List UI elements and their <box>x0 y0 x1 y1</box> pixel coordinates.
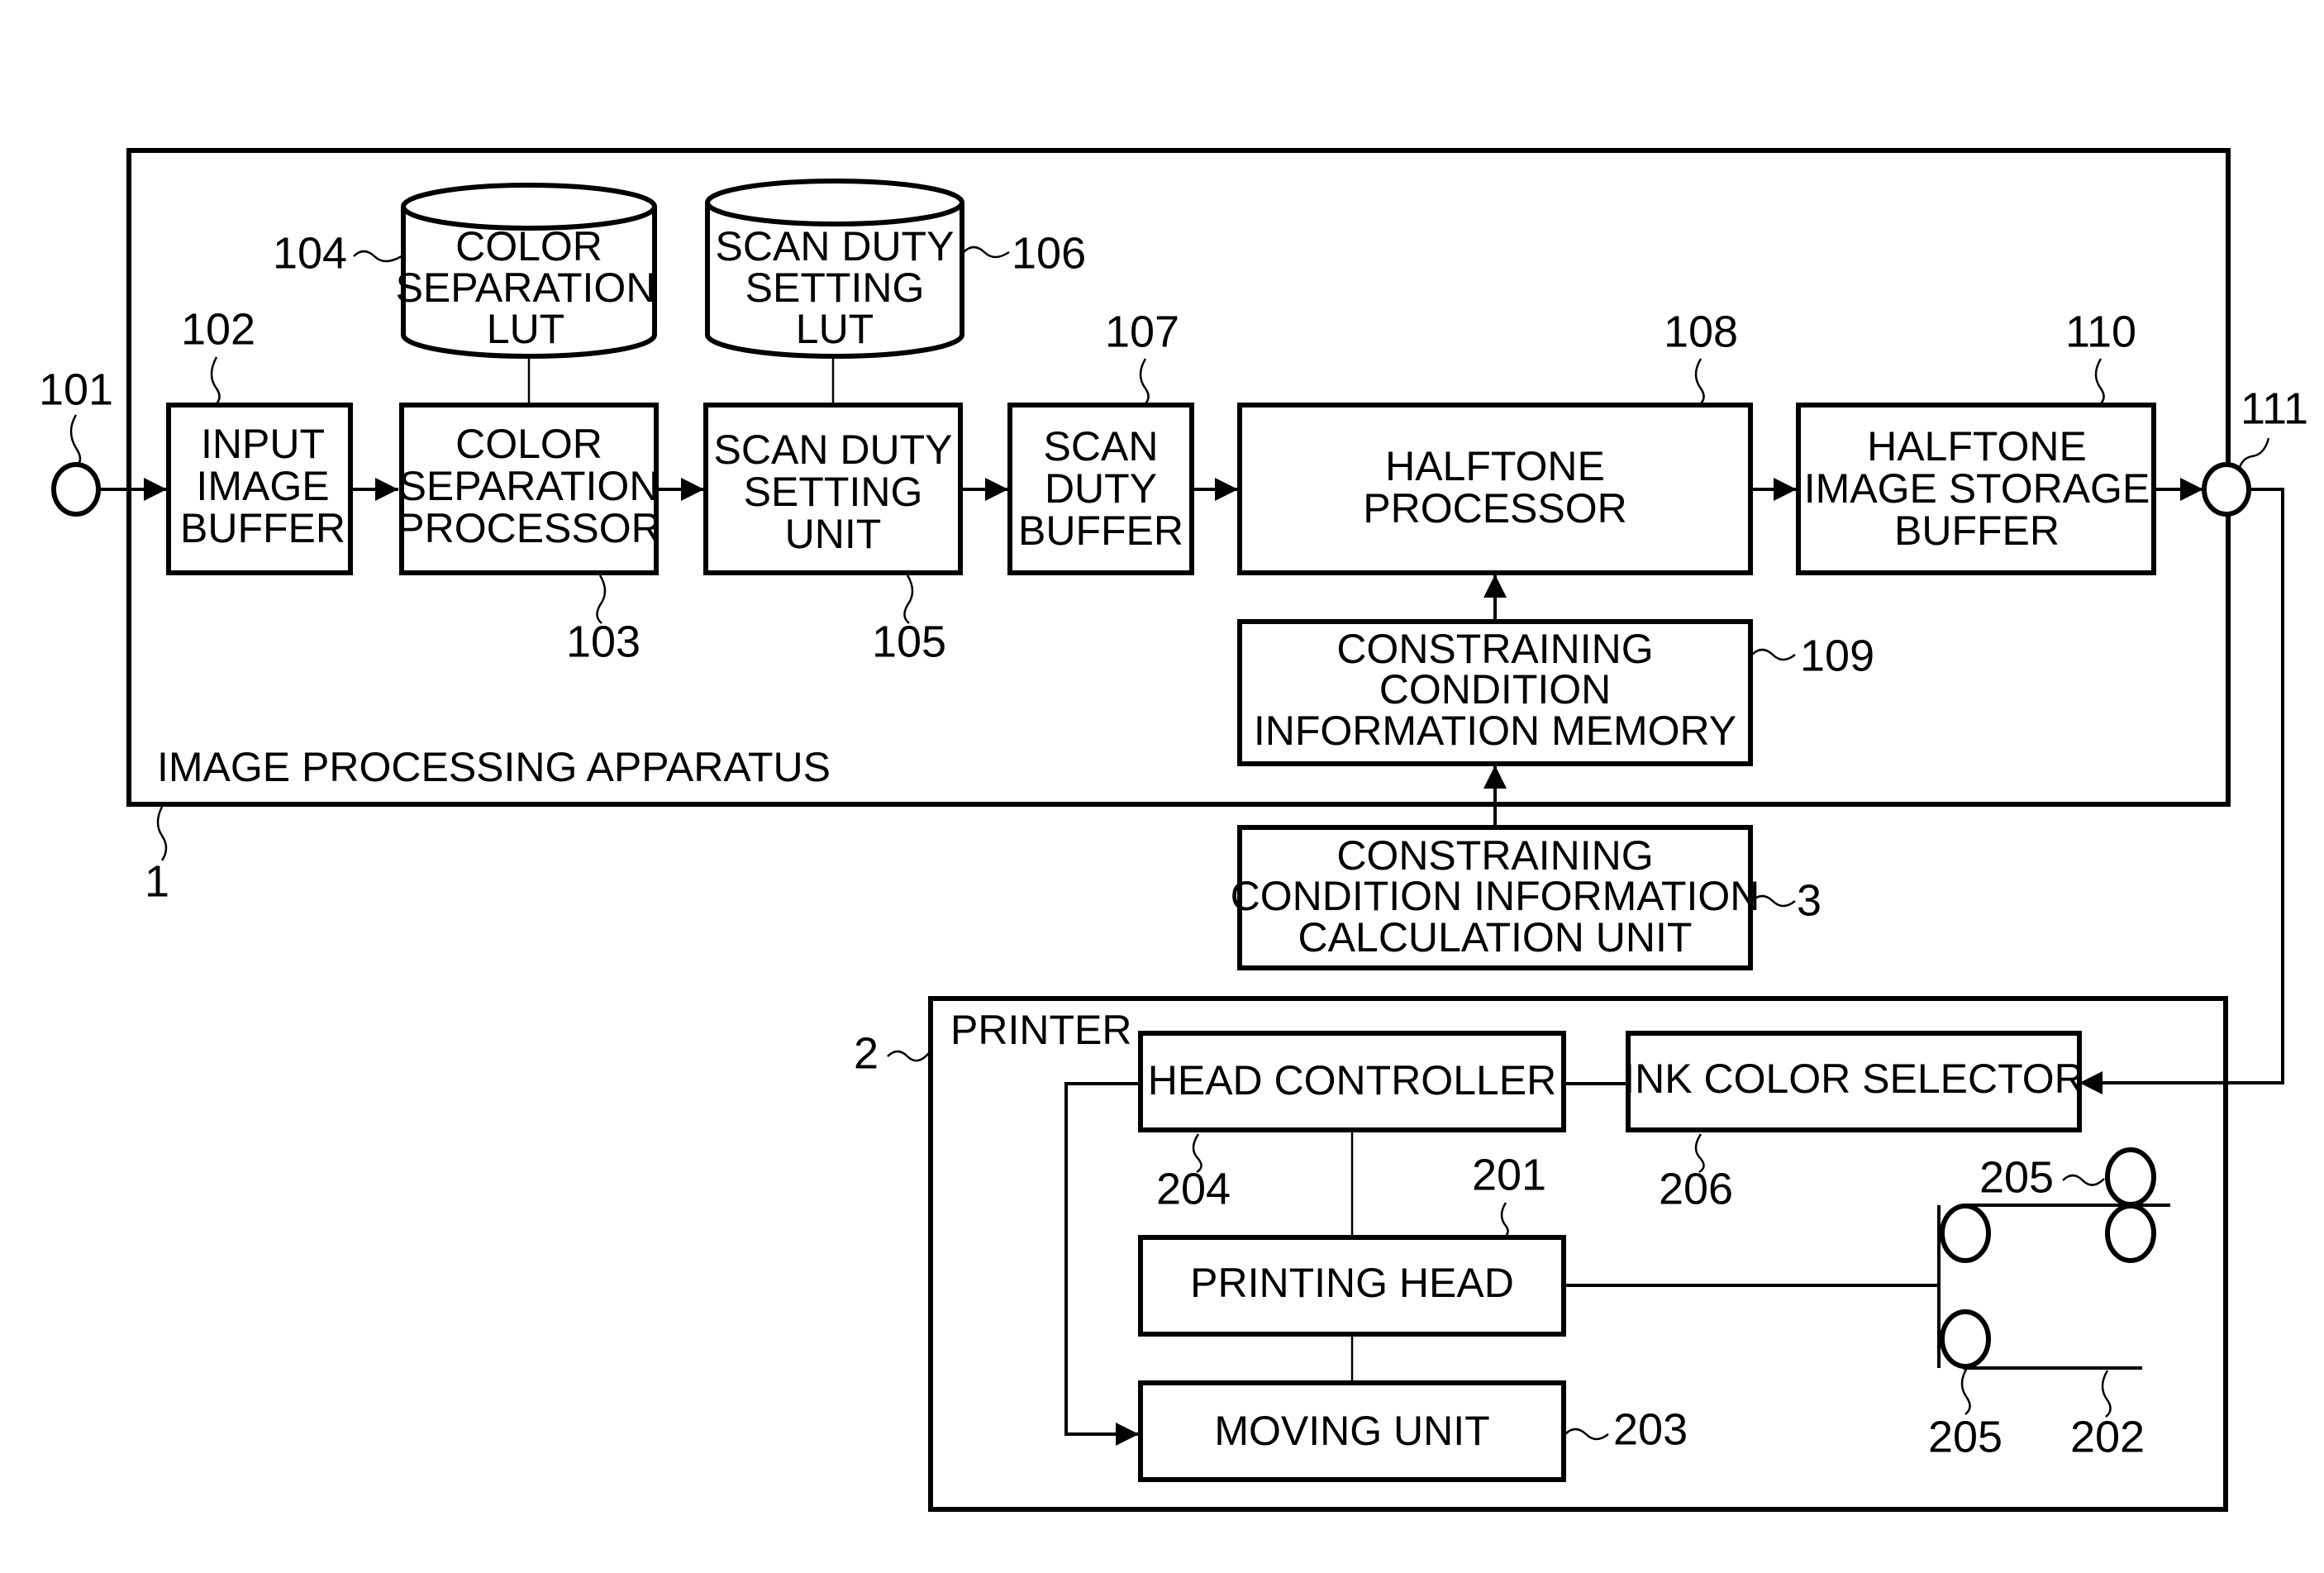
ref-203: 203 <box>1613 1404 1688 1454</box>
halftone-processor-line2: PROCESSOR <box>1363 485 1627 531</box>
block-diagram: IMAGE PROCESSING APPARATUS 1 101 INPUT I… <box>39 148 2308 1512</box>
ref-102: 102 <box>181 304 255 354</box>
color-separation-processor-line1: COLOR <box>455 421 602 467</box>
ref-2: 2 <box>854 1028 879 1078</box>
ref-205-top: 205 <box>1979 1152 2054 1202</box>
constraining-memory-line3: INFORMATION MEMORY <box>1254 708 1736 754</box>
head-controller-label: HEAD CONTROLLER <box>1148 1057 1557 1103</box>
ref-108: 108 <box>1664 307 1738 356</box>
scan-duty-setting-lut-line1: SCAN DUTY <box>716 223 955 269</box>
ref-105: 105 <box>872 617 946 666</box>
leader-107 <box>1139 358 1150 406</box>
roller-left-top <box>1940 1204 1991 1263</box>
halftone-image-storage-buffer-line3: BUFFER <box>1894 508 2060 554</box>
leader-202 <box>2101 1370 2112 1418</box>
leader-110 <box>2094 358 2105 406</box>
ref-107: 107 <box>1105 307 1179 356</box>
arrow-204-203 <box>1064 1082 1141 1446</box>
ref-106: 106 <box>1012 228 1086 278</box>
roller-right-bottom <box>2105 1204 2156 1263</box>
leader-205-top <box>2062 1174 2105 1186</box>
constraining-memory-line1: CONSTRAINING <box>1336 626 1653 672</box>
ref-103: 103 <box>566 617 641 666</box>
halftone-processor-line1: HALFTONE <box>1385 443 1605 489</box>
halftone-image-storage-buffer-line1: HALFTONE <box>1867 423 2087 470</box>
ref-204: 204 <box>1156 1164 1231 1213</box>
constraining-memory-line2: CONDITION <box>1379 666 1612 713</box>
color-separation-processor-line2: SEPARATION <box>399 463 660 509</box>
ink-color-selector-label: INK COLOR SELECTOR <box>1623 1056 2084 1102</box>
calc-unit-line1: CONSTRAINING <box>1336 832 1653 879</box>
leader-104 <box>353 250 402 263</box>
leader-101 <box>69 414 82 468</box>
leader-108 <box>1694 358 1705 406</box>
leader-203 <box>1564 1428 1609 1441</box>
scan-duty-setting-lut-line3: LUT <box>796 306 874 352</box>
ref-202: 202 <box>2070 1412 2145 1461</box>
halftone-image-storage-buffer-line2: IMAGE STORAGE <box>1804 465 2150 512</box>
ref-201: 201 <box>1472 1150 1546 1199</box>
ref-109: 109 <box>1800 631 1874 680</box>
color-separation-processor-line3: PROCESSOR <box>397 505 661 551</box>
ref-101: 101 <box>39 365 113 414</box>
printer-label: PRINTER <box>950 1007 1131 1053</box>
roller-right-top <box>2105 1147 2156 1207</box>
input-image-buffer-line1: INPUT <box>201 421 325 467</box>
ref-104: 104 <box>273 228 347 278</box>
leader-201 <box>1500 1202 1509 1238</box>
scan-duty-setting-unit-line3: UNIT <box>785 511 882 557</box>
printing-head-label: PRINTING HEAD <box>1190 1260 1514 1306</box>
roller-left-bottom <box>1940 1309 1991 1369</box>
calc-unit-line3: CALCULATION UNIT <box>1298 914 1693 960</box>
leader-1 <box>156 806 168 861</box>
scan-duty-buffer-line1: SCAN <box>1044 423 1159 470</box>
scan-duty-buffer-line2: DUTY <box>1045 465 1157 512</box>
scan-duty-buffer-line3: BUFFER <box>1018 508 1183 554</box>
output-terminal <box>2202 462 2251 517</box>
input-image-buffer-line2: IMAGE <box>196 463 329 509</box>
ref-3: 3 <box>1797 875 1822 925</box>
input-image-buffer-line3: BUFFER <box>180 505 345 551</box>
ref-110: 110 <box>2065 307 2136 356</box>
leader-106 <box>963 245 1010 259</box>
leader-102 <box>210 356 221 406</box>
moving-unit-label: MOVING UNIT <box>1214 1408 1489 1454</box>
leader-2 <box>887 1050 930 1062</box>
leader-205-bottom <box>1960 1367 1971 1415</box>
leader-109 <box>1751 648 1796 661</box>
line-111-to-206 <box>2079 488 2284 1094</box>
scan-duty-setting-unit-line1: SCAN DUTY <box>714 427 953 473</box>
ref-206: 206 <box>1659 1164 1733 1213</box>
scan-duty-setting-lut-line2: SETTING <box>745 265 925 311</box>
ref-1: 1 <box>145 856 169 906</box>
calc-unit-line2: CONDITION INFORMATION <box>1231 873 1760 919</box>
color-separation-lut-line3: LUT <box>487 306 564 352</box>
apparatus-label: IMAGE PROCESSING APPARATUS <box>157 744 831 790</box>
ref-205-bottom: 205 <box>1928 1412 2003 1461</box>
ref-111: 111 <box>2241 384 2308 433</box>
leader-111 <box>2237 437 2270 470</box>
color-separation-lut-line1: COLOR <box>455 223 602 269</box>
scan-duty-setting-unit-line2: SETTING <box>744 469 923 515</box>
color-separation-lut-line2: SEPARATION <box>396 265 656 311</box>
input-terminal <box>51 462 101 517</box>
